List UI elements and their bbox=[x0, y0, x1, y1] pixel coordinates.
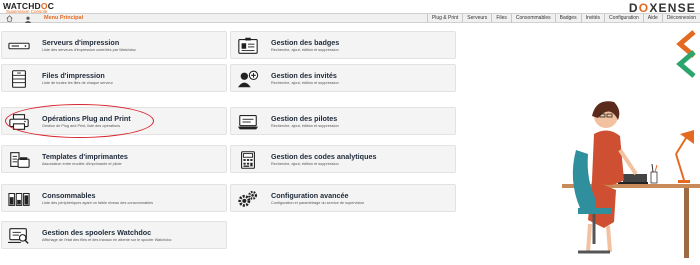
card-title: Configuration avancée bbox=[271, 191, 349, 200]
card-desc: Liste de toutes les files de chaque serv… bbox=[42, 81, 113, 85]
nav-bar: Menu Principal Plug & Print Serveurs Fil… bbox=[0, 13, 700, 23]
card-desc: Configuration et paramétrage du service … bbox=[271, 201, 365, 205]
nav-plug-and-print[interactable]: Plug & Print bbox=[426, 14, 462, 23]
gears-icon bbox=[235, 188, 261, 210]
card-desc: Affichage de l'état des files et des tra… bbox=[42, 238, 172, 242]
card-title: Gestion des badges bbox=[271, 38, 340, 47]
nav-configuration[interactable]: Configuration bbox=[604, 14, 643, 23]
desk-lamp-icon bbox=[675, 130, 694, 183]
card-spoolers-watchdoc[interactable]: Gestion des spoolers Watchdoc Affichage … bbox=[1, 221, 227, 249]
pen-cup-icon bbox=[650, 163, 658, 184]
brand-logo: WATCHDOC Supervision Console bbox=[3, 1, 83, 14]
calculator-icon bbox=[235, 149, 261, 171]
nav-invites[interactable]: Invités bbox=[580, 14, 604, 23]
card-desc: Recherche, ajout, édition et suppression bbox=[271, 162, 339, 166]
nav-badges[interactable]: Badges bbox=[554, 14, 581, 23]
nav-items: Plug & Print Serveurs Files Consommables… bbox=[426, 14, 700, 23]
home-icon[interactable] bbox=[3, 14, 15, 23]
card-desc: Liste des périphériques ayant un faible … bbox=[42, 201, 154, 205]
card-serveurs-impression[interactable]: Serveurs d'impression Liste des serveurs… bbox=[1, 31, 227, 59]
printer-template-icon bbox=[6, 149, 32, 171]
card-gestion-badges[interactable]: Gestion des badges Recherche, ajout, édi… bbox=[230, 31, 456, 59]
laptop-icon bbox=[235, 111, 261, 133]
card-desc: Recherche, ajout, édition et suppression bbox=[271, 81, 339, 85]
nav-deconnexion[interactable]: Déconnexion bbox=[661, 14, 700, 23]
card-consommables[interactable]: Consommables Liste des périphériques aya… bbox=[1, 184, 227, 212]
card-gestion-pilotes[interactable]: Gestion des pilotes Recherche, ajout, éd… bbox=[230, 107, 456, 135]
nav-consommables[interactable]: Consommables bbox=[510, 14, 555, 23]
card-configuration-avancee[interactable]: Configuration avancée Configuration et p… bbox=[230, 184, 456, 212]
toner-icon bbox=[6, 188, 32, 210]
admin-icon[interactable] bbox=[22, 14, 34, 23]
card-title: Gestion des invités bbox=[271, 71, 337, 80]
card-title: Gestion des pilotes bbox=[271, 114, 338, 123]
card-desc: Association entre modèle d'imprimante et… bbox=[42, 162, 122, 166]
card-desc: Liste des serveurs d'impression contrôlé… bbox=[42, 48, 136, 52]
nav-menu-principal[interactable]: Menu Principal bbox=[38, 14, 89, 23]
card-desc: Recherche, ajout, édition et suppression bbox=[271, 124, 339, 128]
card-title: Gestion des spoolers Watchdoc bbox=[42, 228, 152, 237]
card-title: Consommables bbox=[42, 191, 96, 200]
server-icon bbox=[6, 35, 32, 57]
card-gestion-invites[interactable]: Gestion des invités Recherche, ajout, éd… bbox=[230, 64, 456, 92]
card-title: Files d'impression bbox=[42, 71, 105, 80]
add-user-icon bbox=[235, 68, 261, 90]
nav-serveurs[interactable]: Serveurs bbox=[462, 14, 491, 23]
card-title: Serveurs d'impression bbox=[42, 38, 120, 47]
highlight-circle bbox=[5, 104, 154, 138]
print-queue-icon bbox=[6, 68, 32, 90]
nav-aide[interactable]: Aide bbox=[642, 14, 662, 23]
card-templates-imprimantes[interactable]: Templates d'imprimantes Association entr… bbox=[1, 145, 227, 173]
illustration bbox=[562, 30, 700, 258]
card-files-impression[interactable]: Files d'impression Liste de toutes les f… bbox=[1, 64, 227, 92]
nav-files[interactable]: Files bbox=[491, 14, 511, 23]
spooler-icon bbox=[6, 225, 32, 247]
card-desc: Recherche, ajout, édition et suppression bbox=[271, 48, 339, 52]
badge-icon bbox=[235, 35, 261, 57]
card-codes-analytiques[interactable]: Gestion des codes analytiques Recherche,… bbox=[230, 145, 456, 173]
card-title: Templates d'imprimantes bbox=[42, 152, 128, 161]
card-title: Gestion des codes analytiques bbox=[271, 152, 377, 161]
decorative-chevrons bbox=[676, 30, 696, 78]
